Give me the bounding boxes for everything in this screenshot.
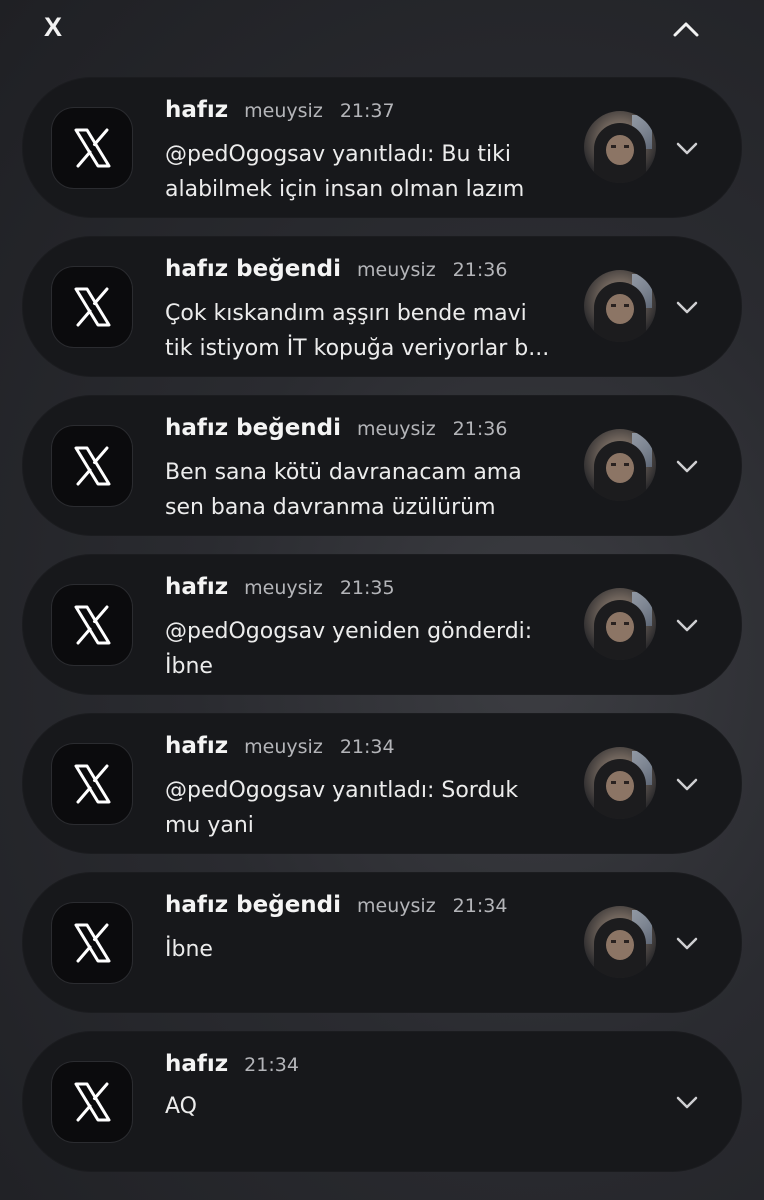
account-name: meuysiz (357, 895, 436, 917)
x-app-icon (52, 585, 132, 665)
notification-card[interactable]: hafız meuysiz 21:35 @pedOgogsav yeniden … (22, 554, 742, 695)
notification-header: hafız beğendi meuysiz 21:36 (165, 415, 507, 449)
timestamp: 21:37 (339, 100, 395, 122)
notification-card[interactable]: hafız beğendi meuysiz 21:36 Çok kıskandı… (22, 236, 742, 377)
avatar (584, 111, 656, 183)
avatar (584, 270, 656, 342)
account-name: meuysiz (244, 577, 323, 599)
notification-text: İbne (165, 937, 213, 962)
expand-button[interactable] (672, 769, 702, 799)
timestamp: 21:36 (452, 259, 508, 281)
sender-name: hafız (165, 97, 229, 123)
x-logo-icon (74, 446, 111, 486)
sender-name: hafız beğendi (165, 415, 342, 441)
chevron-down-icon (676, 619, 698, 632)
x-app-icon (52, 426, 132, 506)
account-name: meuysiz (357, 418, 436, 440)
avatar (584, 588, 656, 660)
x-logo-icon (74, 923, 111, 963)
notification-card[interactable]: hafız 21:34 AQ (22, 1031, 742, 1172)
notification-text: Çok kıskandım aşşırı bende mavi tik isti… (165, 301, 550, 361)
notification-card[interactable]: hafız meuysiz 21:37 @pedOgogsav yanıtlad… (22, 77, 742, 218)
timestamp: 21:34 (244, 1054, 299, 1076)
sender-name: hafız (165, 574, 229, 600)
expand-button[interactable] (672, 292, 702, 322)
x-logo-icon (74, 764, 111, 804)
sender-name: hafız beğendi (165, 256, 342, 282)
x-app-icon (52, 903, 132, 983)
expand-button[interactable] (672, 1087, 702, 1117)
notification-header: hafız 21:34 (165, 1051, 299, 1085)
notification-card[interactable]: hafız beğendi meuysiz 21:36 Ben sana köt… (22, 395, 742, 536)
app-name: X (44, 12, 63, 42)
expand-button[interactable] (672, 928, 702, 958)
x-app-icon (52, 1062, 132, 1142)
chevron-down-icon (676, 142, 698, 155)
timestamp: 21:36 (452, 418, 508, 440)
notification-text: AQ (165, 1094, 197, 1119)
avatar (584, 429, 656, 501)
notification-card[interactable]: hafız meuysiz 21:34 @pedOgogsav yanıtlad… (22, 713, 742, 854)
x-app-icon (52, 267, 132, 347)
account-name: meuysiz (357, 259, 436, 281)
sender-name: hafız (165, 1051, 229, 1077)
notification-list: hafız meuysiz 21:37 @pedOgogsav yanıtlad… (22, 77, 742, 1190)
x-app-icon (52, 744, 132, 824)
avatar (584, 906, 656, 978)
x-logo-icon (74, 1082, 111, 1122)
sender-name: hafız (165, 733, 229, 759)
notification-text: @pedOgogsav yeniden gönderdi: İbne (165, 619, 533, 679)
chevron-down-icon (676, 301, 698, 314)
collapse-button[interactable] (666, 10, 706, 50)
notification-card[interactable]: hafız beğendi meuysiz 21:34 İbne (22, 872, 742, 1013)
chevron-down-icon (676, 460, 698, 473)
timestamp: 21:35 (339, 577, 395, 599)
notification-header: hafız beğendi meuysiz 21:36 (165, 256, 507, 290)
expand-button[interactable] (672, 133, 702, 163)
account-name: meuysiz (244, 736, 323, 758)
notification-header: hafız meuysiz 21:35 (165, 574, 395, 608)
x-app-icon (52, 108, 132, 188)
timestamp: 21:34 (339, 736, 395, 758)
sender-name: hafız beğendi (165, 892, 342, 918)
notification-header: hafız meuysiz 21:34 (165, 733, 395, 767)
notification-text: @pedOgogsav yanıtladı: Sorduk mu yani (165, 778, 519, 838)
app-header: X (0, 0, 764, 70)
notification-header: hafız beğendi meuysiz 21:34 (165, 892, 507, 926)
expand-button[interactable] (672, 451, 702, 481)
chevron-up-icon (673, 22, 699, 37)
notification-header: hafız meuysiz 21:37 (165, 97, 395, 131)
expand-button[interactable] (672, 610, 702, 640)
x-logo-icon (74, 128, 111, 168)
avatar (584, 747, 656, 819)
notification-text: Ben sana kötü davranacam ama sen bana da… (165, 460, 522, 520)
x-logo-icon (74, 287, 111, 327)
chevron-down-icon (676, 937, 698, 950)
timestamp: 21:34 (452, 895, 508, 917)
notification-text: @pedOgogsav yanıtladı: Bu tiki alabilmek… (165, 142, 525, 202)
chevron-down-icon (676, 778, 698, 791)
chevron-down-icon (676, 1096, 698, 1109)
account-name: meuysiz (244, 100, 323, 122)
x-logo-icon (74, 605, 111, 645)
